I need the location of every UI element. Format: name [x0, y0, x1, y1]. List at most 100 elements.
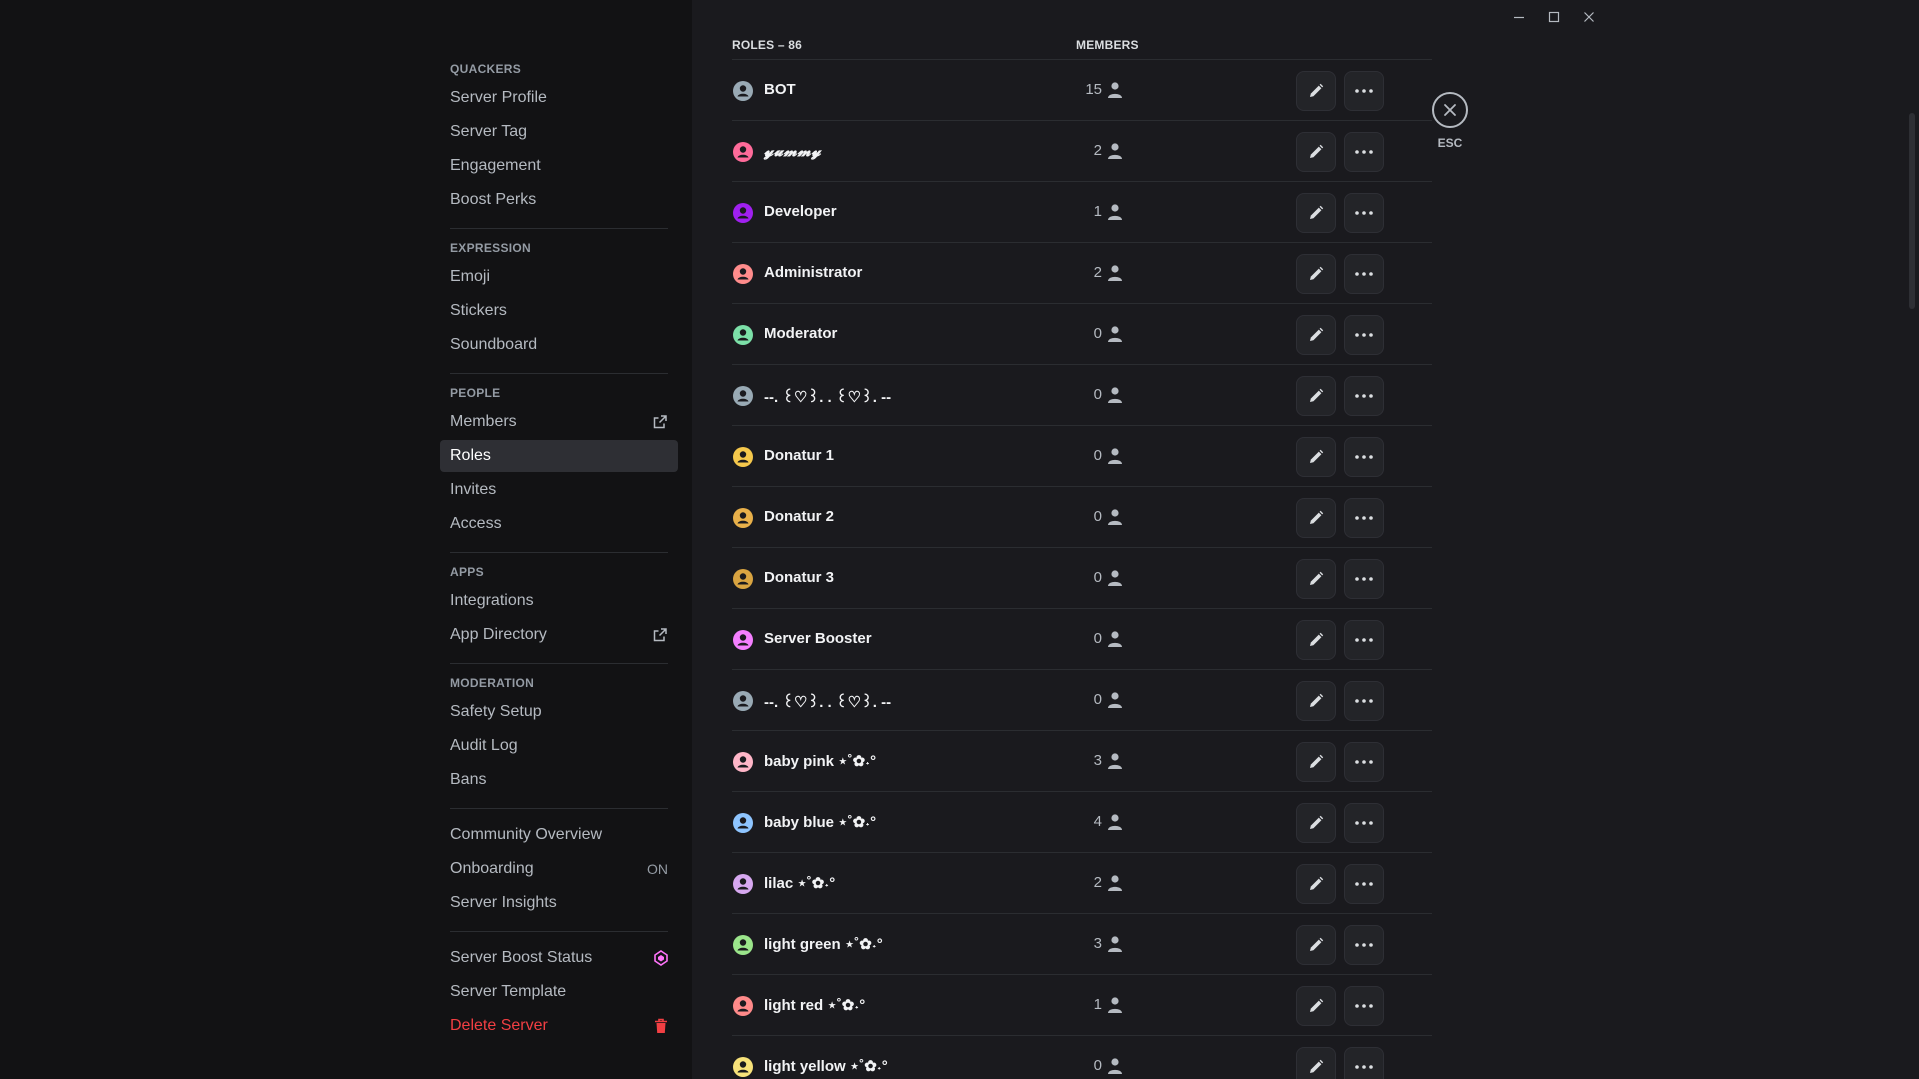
role-shield-icon: [733, 752, 753, 772]
role-name: 𝔂𝓾𝓶𝓶𝔂: [764, 142, 822, 160]
more-options-button[interactable]: [1344, 864, 1384, 904]
sidebar-item-app-directory[interactable]: App Directory: [440, 619, 678, 651]
role-row[interactable]: Donatur 3 0: [732, 548, 1432, 609]
sidebar-item-soundboard[interactable]: Soundboard: [440, 329, 678, 361]
sidebar-item-access[interactable]: Access: [440, 508, 678, 540]
role-name: baby pink ⋆˚✿˖°: [764, 753, 877, 770]
role-row[interactable]: Donatur 1 0: [732, 426, 1432, 487]
edit-role-button[interactable]: [1296, 742, 1336, 782]
role-row[interactable]: Developer 1: [732, 182, 1432, 243]
more-options-button[interactable]: [1344, 315, 1384, 355]
role-member-count: 0: [1093, 325, 1102, 342]
person-icon: [1108, 326, 1122, 342]
edit-role-button[interactable]: [1296, 559, 1336, 599]
role-row[interactable]: light yellow ⋆˚✿˖° 0: [732, 1036, 1432, 1079]
sidebar-item-server-tag[interactable]: Server Tag: [440, 116, 678, 148]
more-options-button[interactable]: [1344, 132, 1384, 172]
sidebar-item-boost-perks[interactable]: Boost Perks: [440, 184, 678, 216]
more-options-button[interactable]: [1344, 803, 1384, 843]
sidebar-item-members[interactable]: Members: [440, 406, 678, 438]
role-row[interactable]: Server Booster 0: [732, 609, 1432, 670]
sidebar-item-server-insights[interactable]: Server Insights: [440, 887, 678, 919]
edit-role-button[interactable]: [1296, 498, 1336, 538]
role-name: --. ꒰♡꒱. . ꒰♡꒱. --: [764, 694, 892, 711]
minimize-button[interactable]: [1506, 6, 1532, 28]
sidebar-item-bans[interactable]: Bans: [440, 764, 678, 796]
maximize-button[interactable]: [1541, 6, 1567, 28]
role-name: lilac ⋆˚✿˖°: [764, 875, 836, 892]
edit-role-button[interactable]: [1296, 620, 1336, 660]
sidebar-item-integrations[interactable]: Integrations: [440, 585, 678, 617]
pencil-icon: [1310, 632, 1324, 646]
role-row[interactable]: BOT 15: [732, 60, 1432, 121]
edit-role-button[interactable]: [1296, 1047, 1336, 1079]
edit-role-button[interactable]: [1296, 132, 1336, 172]
more-options-button[interactable]: [1344, 193, 1384, 233]
role-row[interactable]: baby pink ⋆˚✿˖° 3: [732, 731, 1432, 792]
sidebar-section-header: EXPRESSION: [450, 241, 532, 255]
sidebar-item-server-profile[interactable]: Server Profile: [440, 82, 678, 114]
role-shield-icon: [733, 935, 753, 955]
edit-role-button[interactable]: [1296, 925, 1336, 965]
edit-role-button[interactable]: [1296, 986, 1336, 1026]
more-options-button[interactable]: [1344, 498, 1384, 538]
more-options-button[interactable]: [1344, 71, 1384, 111]
sidebar-nav: QUACKERS Server Profile Server Tag Engageme…: [440, 0, 678, 1044]
more-options-button[interactable]: [1344, 986, 1384, 1026]
more-options-button[interactable]: [1344, 925, 1384, 965]
role-row[interactable]: --. ꒰♡꒱. . ꒰♡꒱. -- 0: [732, 670, 1432, 731]
sidebar-section-header: MODERATION: [450, 676, 535, 690]
more-options-button[interactable]: [1344, 437, 1384, 477]
more-options-button[interactable]: [1344, 681, 1384, 721]
sidebar-item-safety-setup[interactable]: Safety Setup: [440, 696, 678, 728]
sidebar-item-server-template[interactable]: Server Template: [440, 976, 678, 1008]
more-options-button[interactable]: [1344, 620, 1384, 660]
sidebar-item-community-overview[interactable]: Community Overview: [440, 819, 678, 851]
role-row[interactable]: Administrator 2: [732, 243, 1432, 304]
sidebar-item-stickers[interactable]: Stickers: [440, 295, 678, 327]
role-row[interactable]: --. ꒰♡꒱. . ꒰♡꒱. -- 0: [732, 365, 1432, 426]
sidebar-item-delete-server[interactable]: Delete Server: [440, 1010, 678, 1042]
maximize-icon: [1548, 11, 1560, 23]
close-button[interactable]: [1432, 92, 1468, 128]
person-icon: [1108, 570, 1122, 586]
edit-role-button[interactable]: [1296, 437, 1336, 477]
role-shield-icon: [733, 203, 753, 223]
sidebar-item-onboarding[interactable]: Onboarding ON: [440, 853, 678, 885]
role-row[interactable]: Moderator 0: [732, 304, 1432, 365]
edit-role-button[interactable]: [1296, 193, 1336, 233]
role-row[interactable]: baby blue ⋆˚✿˖° 4: [732, 792, 1432, 853]
edit-role-button[interactable]: [1296, 376, 1336, 416]
role-row[interactable]: 𝔂𝓾𝓶𝓶𝔂 2: [732, 121, 1432, 182]
edit-role-button[interactable]: [1296, 71, 1336, 111]
pencil-icon: [1310, 754, 1324, 768]
role-row[interactable]: light green ⋆˚✿˖° 3: [732, 914, 1432, 975]
edit-role-button[interactable]: [1296, 254, 1336, 294]
more-options-button[interactable]: [1344, 376, 1384, 416]
sidebar-item-roles[interactable]: Roles: [440, 440, 678, 472]
edit-role-button[interactable]: [1296, 864, 1336, 904]
edit-role-button[interactable]: [1296, 803, 1336, 843]
more-options-button[interactable]: [1344, 1047, 1384, 1079]
role-row[interactable]: Donatur 2 0: [732, 487, 1432, 548]
sidebar-item-label: Access: [450, 515, 502, 532]
sidebar-item-engagement[interactable]: Engagement: [440, 150, 678, 182]
more-options-button[interactable]: [1344, 254, 1384, 294]
sidebar-item-server-boost-status[interactable]: Server Boost Status: [440, 942, 678, 974]
role-shield-icon: [733, 630, 753, 650]
more-options-button[interactable]: [1344, 559, 1384, 599]
close-window-button[interactable]: [1576, 6, 1602, 28]
sidebar-item-invites[interactable]: Invites: [440, 474, 678, 506]
role-row[interactable]: lilac ⋆˚✿˖° 2: [732, 853, 1432, 914]
edit-role-button[interactable]: [1296, 681, 1336, 721]
person-icon: [1108, 448, 1122, 464]
scrollbar-thumb[interactable]: [1909, 113, 1915, 309]
role-row[interactable]: light red ⋆˚✿˖° 1: [732, 975, 1432, 1036]
role-shield-icon: [733, 996, 753, 1016]
role-member-count: 3: [1093, 935, 1102, 952]
pencil-icon: [1310, 815, 1324, 829]
sidebar-item-audit-log[interactable]: Audit Log: [440, 730, 678, 762]
sidebar-item-emoji[interactable]: Emoji: [440, 261, 678, 293]
edit-role-button[interactable]: [1296, 315, 1336, 355]
more-options-button[interactable]: [1344, 742, 1384, 782]
